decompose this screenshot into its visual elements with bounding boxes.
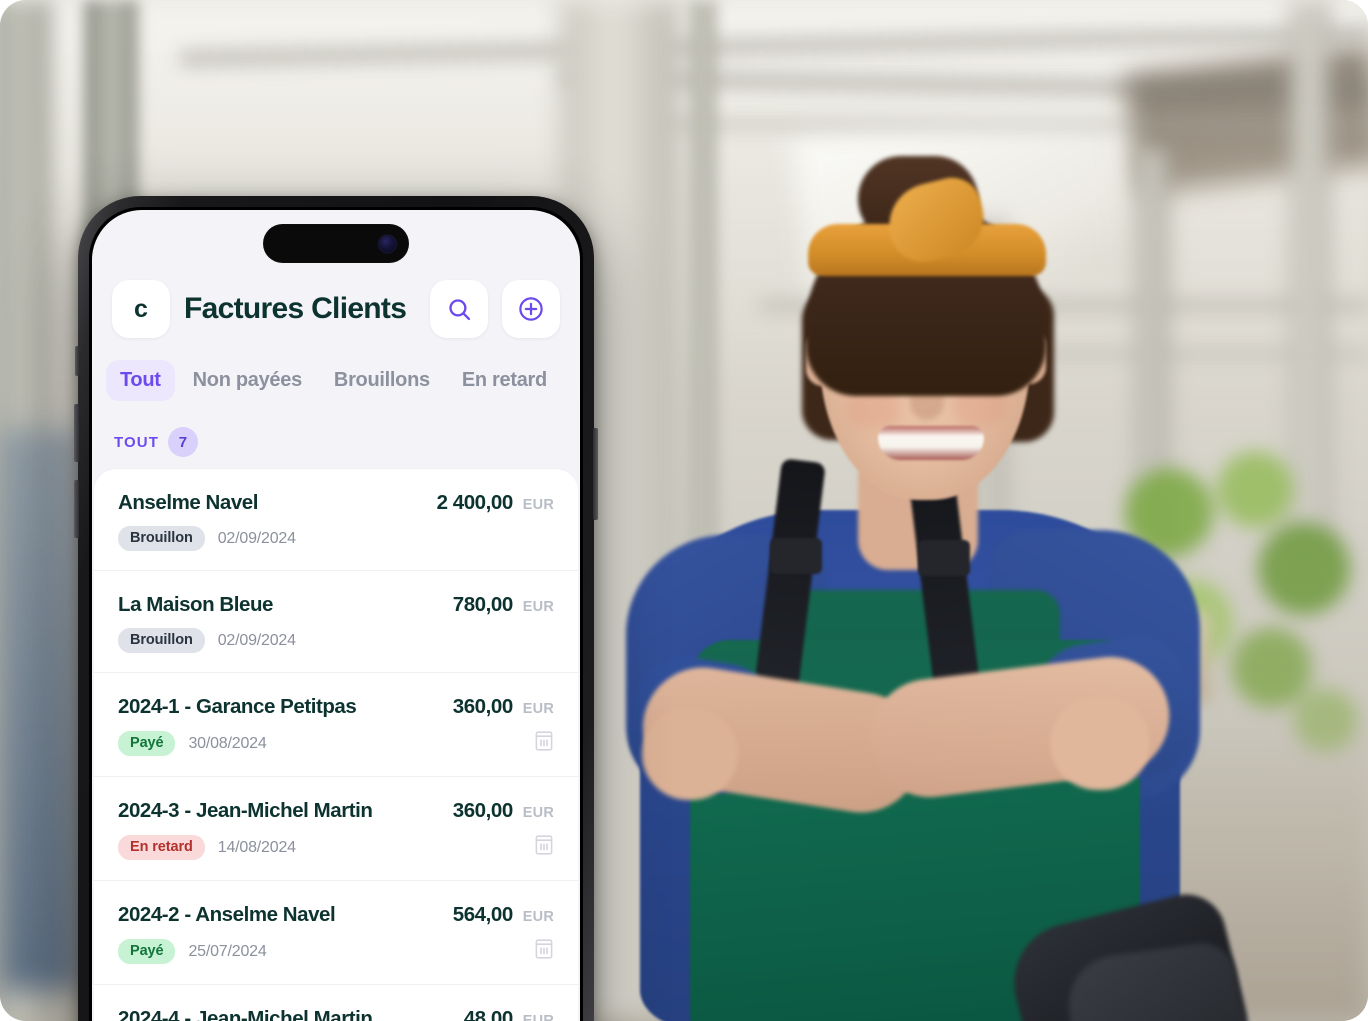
invoice-client-name: 2024-2 - Anselme Navel — [118, 903, 336, 926]
status-badge: Payé — [118, 731, 176, 756]
volume-down-button[interactable] — [74, 480, 79, 538]
invoice-row-bottom: Brouillon 02/09/2024 — [118, 526, 554, 551]
power-button[interactable] — [593, 428, 598, 520]
invoice-currency: EUR — [522, 805, 554, 821]
invoice-currency: EUR — [522, 599, 554, 615]
invoice-row[interactable]: 2024-4 - Jean-Michel Martin48,00EUREn re… — [94, 985, 578, 1021]
dynamic-island — [263, 224, 409, 263]
invoice-date: 30/08/2024 — [188, 734, 267, 752]
tab-payées[interactable]: Payées — [565, 360, 580, 401]
page-title: Factures Clients — [184, 292, 407, 325]
invoice-document-icon[interactable] — [534, 730, 554, 757]
invoice-row-top: 2024-4 - Jean-Michel Martin 48,00 EUR — [118, 1007, 554, 1021]
invoice-currency: EUR — [522, 1013, 554, 1021]
invoice-document-icon[interactable] — [534, 834, 554, 861]
invoice-client-name: 2024-4 - Jean-Michel Martin — [118, 1007, 373, 1021]
status-badge: En retard — [118, 835, 205, 860]
invoice-document-icon[interactable] — [534, 938, 554, 965]
invoice-row-bottom: Payé 30/08/2024 — [118, 730, 554, 757]
add-invoice-button[interactable] — [502, 280, 560, 338]
invoice-amount: 564,00 — [452, 903, 513, 926]
invoice-row[interactable]: Anselme Navel 2 400,00 EUR Brouillon 02/09/2… — [94, 469, 578, 571]
filter-tabs[interactable]: ToutNon payéesBrouillonsEn retard Payées — [92, 338, 580, 401]
tab-brouillons[interactable]: Brouillons — [320, 360, 444, 401]
invoice-row-bottom: Brouillon 02/09/2024 — [118, 628, 554, 653]
invoice-amount: 2 400,00 — [436, 491, 514, 514]
search-icon — [446, 296, 473, 323]
plus-circle-icon — [517, 295, 545, 323]
tab-en-retard[interactable]: En retard — [448, 360, 561, 401]
invoice-row-bottom: Payé 25/07/2024 — [118, 938, 554, 965]
invoice-row-top: 2024-1 - Garance Petitpas 360,00 EUR — [118, 695, 554, 719]
invoice-row-top: 2024-2 - Anselme Navel 564,00 EUR — [118, 903, 554, 927]
invoice-amount: 360,00 — [452, 695, 513, 718]
invoice-amount: 360,00 — [452, 799, 513, 822]
invoice-date: 02/09/2024 — [217, 631, 296, 649]
search-button[interactable] — [430, 280, 488, 338]
invoice-amount: 48,00 — [463, 1007, 514, 1021]
screenshot-frame: c Factures Clients Tout Non payées Broui… — [0, 0, 1368, 1021]
phone-device: c Factures Clients Tout Non payées Broui… — [74, 196, 598, 1021]
tab-tout[interactable]: Tout — [106, 360, 175, 401]
status-badge: Payé — [118, 939, 176, 964]
invoice-list: Anselme Navel 2 400,00 EUR Brouillon 02/09/2… — [94, 469, 578, 1021]
invoice-amount: 780,00 — [452, 593, 513, 616]
section-label: TOUT — [114, 433, 159, 451]
invoice-currency: EUR — [522, 497, 554, 513]
invoice-row-top: Anselme Navel 2 400,00 EUR — [118, 491, 554, 515]
tab-non-payées[interactable]: Non payées — [179, 360, 316, 401]
invoice-date: 14/08/2024 — [217, 838, 296, 856]
person-photo — [620, 120, 1260, 1021]
section-header: TOUT 7 — [92, 401, 580, 469]
invoice-row[interactable]: 2024-2 - Anselme Navel 564,00 EUR Payé 25/07… — [94, 881, 578, 985]
phone-screen: c Factures Clients Tout Non payées Broui… — [92, 210, 580, 1021]
volume-up-button[interactable] — [74, 404, 79, 462]
invoice-row-bottom: En retard 14/08/2024 — [118, 834, 554, 861]
status-badge: Brouillon — [118, 628, 205, 653]
front-camera-icon — [379, 235, 396, 252]
avatar[interactable]: c — [112, 280, 170, 338]
silent-switch[interactable] — [75, 346, 79, 376]
invoice-row[interactable]: La Maison Bleue 780,00 EUR Brouillon 02/09/2… — [94, 571, 578, 673]
phone-bezel: c Factures Clients Tout Non payées Broui… — [89, 207, 583, 1021]
invoice-client-name: La Maison Bleue — [118, 593, 274, 616]
status-badge: Brouillon — [118, 526, 205, 551]
invoice-row[interactable]: 2024-3 - Jean-Michel Martin 360,00 EUR En r… — [94, 777, 578, 881]
invoice-client-name: Anselme Navel — [118, 491, 259, 514]
invoice-date: 25/07/2024 — [188, 942, 267, 960]
invoice-client-name: 2024-3 - Jean-Michel Martin — [118, 799, 373, 822]
invoice-row[interactable]: 2024-1 - Garance Petitpas 360,00 EUR Payé 30… — [94, 673, 578, 777]
invoice-currency: EUR — [522, 909, 554, 925]
section-count-badge: 7 — [167, 427, 198, 457]
invoice-date: 02/09/2024 — [217, 529, 296, 547]
invoice-row-top: La Maison Bleue 780,00 EUR — [118, 593, 554, 617]
invoice-currency: EUR — [522, 701, 554, 717]
invoice-row-top: 2024-3 - Jean-Michel Martin 360,00 EUR — [118, 799, 554, 823]
invoice-client-name: 2024-1 - Garance Petitpas — [118, 695, 357, 718]
